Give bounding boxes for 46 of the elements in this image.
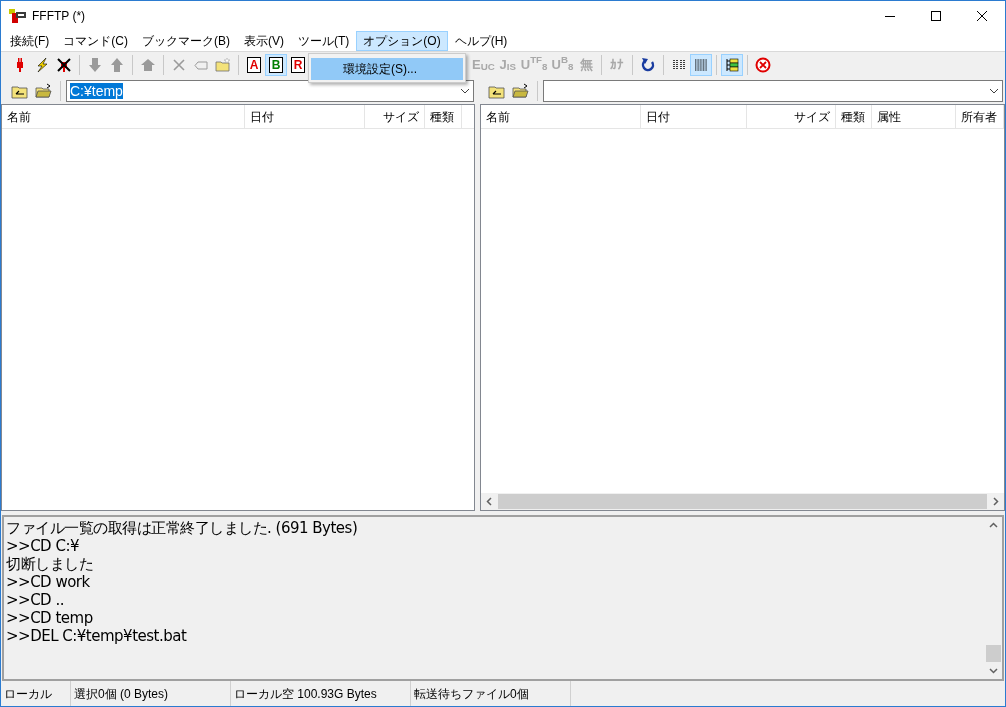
column-header[interactable]: サイズ [747, 105, 836, 128]
log-output: ファイル一覧の取得は正常終了しました. (691 Bytes) >>CD C:¥ 切断しました >>CD work >>CD .. >>CD temp >>DEL C:¥temp¥test.bat [5, 518, 359, 647]
column-header[interactable]: 属性 [872, 105, 956, 128]
open-folder-icon[interactable] [512, 83, 530, 99]
column-header[interactable]: 所有者 [956, 105, 1004, 128]
tree-icon[interactable] [724, 56, 741, 73]
column-header[interactable]: 名前 [481, 105, 641, 128]
status-text: ローカル空 100.93G Bytes [231, 681, 411, 706]
path-dropdown[interactable]: C:¥temp [66, 80, 474, 102]
menu-item[interactable]: ツール(T) [291, 31, 357, 51]
column-header[interactable]: 日付 [641, 105, 747, 128]
toolbar-button[interactable]: R [287, 53, 309, 76]
menu-item[interactable]: 表示(V) [237, 31, 291, 51]
menu-item[interactable]: オプション(O) [356, 31, 448, 51]
details-view-icon[interactable] [693, 56, 710, 73]
window-title: FFFTP (*) [32, 8, 86, 25]
parent-folder-icon[interactable] [488, 83, 506, 99]
column-header[interactable]: 名前 [2, 105, 245, 128]
status-text: ローカル [1, 681, 71, 706]
toolbar-button[interactable]: A [243, 53, 265, 76]
column-header[interactable]: 種類 [836, 105, 872, 128]
close-icon[interactable] [977, 11, 987, 21]
status-text: 転送待ちファイル0個 [411, 681, 571, 706]
status-text: 選択0個 (0 Bytes) [71, 681, 231, 706]
lightning-icon[interactable] [34, 56, 50, 73]
path-dropdown[interactable] [543, 80, 1003, 102]
column-header[interactable]: 種類 [425, 105, 462, 128]
toolbar-button[interactable]: B [265, 53, 287, 76]
menu-item[interactable]: ブックマーク(B) [135, 31, 237, 51]
local-file-list[interactable]: 名前 日付 サイズ 種類 [1, 104, 475, 511]
scrollbar-thumb[interactable] [986, 645, 1001, 662]
column-header[interactable]: サイズ [365, 105, 425, 128]
refresh-icon[interactable] [640, 56, 657, 73]
horizontal-scrollbar[interactable] [481, 493, 1004, 510]
app-logo-icon [9, 9, 26, 23]
menu-option[interactable]: 環境設定(S)... [311, 58, 463, 80]
menu-item[interactable]: コマンド(C) [56, 31, 135, 51]
menu-item[interactable]: ヘルプ(H) [447, 31, 515, 51]
open-folder-icon[interactable] [35, 83, 53, 99]
column-header[interactable]: 日付 [245, 105, 365, 128]
remote-file-list[interactable]: 名前 日付 サイズ 種類 属性 所有者 [480, 104, 1005, 511]
menu-item[interactable]: 接続(F) [3, 31, 57, 51]
disconnected-plug-icon[interactable] [56, 56, 72, 73]
stop-icon[interactable] [755, 56, 772, 73]
maximize-icon[interactable] [931, 11, 941, 21]
parent-folder-icon[interactable] [11, 83, 29, 99]
